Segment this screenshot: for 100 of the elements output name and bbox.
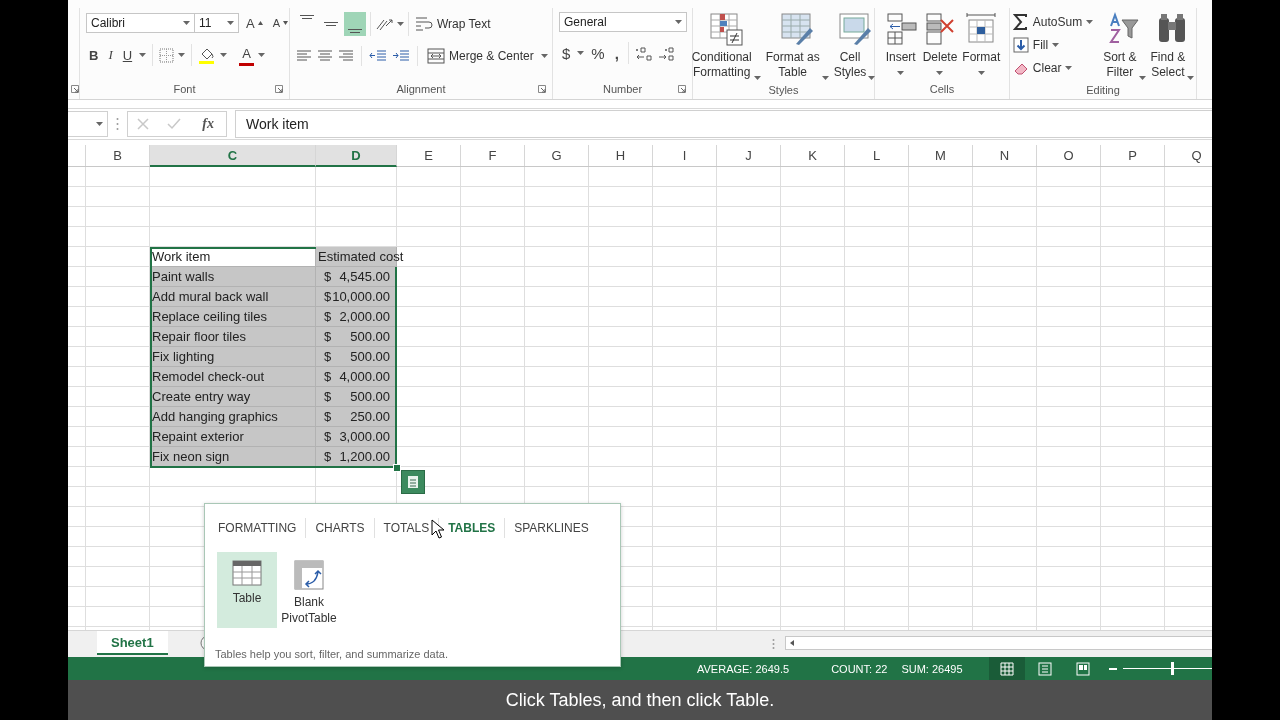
insert-function-button[interactable]: fx: [199, 113, 217, 135]
ribbon-button[interactable]: Insert: [882, 12, 919, 79]
amount-cell: $10,000.00: [316, 287, 397, 307]
column-header[interactable]: O: [1037, 145, 1101, 166]
table-header-text: Estimated cost: [318, 249, 404, 264]
grow-font-button[interactable]: A: [243, 12, 266, 34]
quick-analysis-button[interactable]: [401, 470, 425, 494]
decrease-indent-icon[interactable]: [369, 49, 387, 63]
shrink-font-button[interactable]: A: [269, 12, 291, 34]
dialog-launcher-icon[interactable]: [678, 85, 686, 93]
ribbon-button[interactable]: Delete: [921, 12, 959, 79]
group-label: Cells: [929, 83, 955, 95]
column-header[interactable]: D: [316, 145, 397, 167]
table-cell: Add mural back wall: [150, 287, 316, 307]
borders-icon[interactable]: [159, 47, 175, 63]
ribbon-button[interactable]: Format: [961, 12, 1002, 79]
paint-bucket-icon[interactable]: [198, 46, 217, 64]
column-header[interactable]: H: [589, 145, 653, 166]
panel-tab[interactable]: CHARTS: [306, 519, 374, 537]
align-middle-icon: [324, 22, 338, 26]
italic-button[interactable]: I: [105, 44, 116, 66]
font-name-field[interactable]: Calibri: [86, 13, 195, 33]
sigma-icon: [1012, 14, 1029, 30]
caption-text: Click Tables, and then click Table.: [68, 680, 1212, 720]
currency-button[interactable]: $: [559, 42, 574, 64]
column-header[interactable]: K: [781, 145, 845, 166]
table-cell: Add hanging graphics: [150, 407, 316, 427]
cell-styles-icon: [837, 12, 872, 46]
caret-icon: [936, 71, 944, 75]
panel-option[interactable]: Table: [217, 552, 277, 628]
caret-icon: [96, 122, 103, 126]
caret-icon: [220, 53, 228, 57]
column-header[interactable]: L: [845, 145, 909, 166]
table-cell: Remodel check-out: [150, 367, 316, 387]
status-average: AVERAGE: 2649.5: [697, 662, 790, 675]
column-header[interactable]: E: [397, 145, 461, 166]
underline-button[interactable]: U: [119, 44, 136, 66]
group-label: Number: [602, 83, 643, 95]
percent-button[interactable]: %: [588, 42, 608, 64]
table-cell: Repair floor tiles: [150, 327, 316, 347]
view-button[interactable]: [988, 657, 1025, 680]
caret-icon: [397, 22, 404, 26]
caret-icon: [1138, 76, 1146, 80]
column-header[interactable]: G: [525, 145, 589, 166]
ribbon-button[interactable]: Conditional Formatting: [690, 12, 762, 80]
table-cell: Fix lighting: [150, 347, 316, 367]
wrap-text-icon: [415, 16, 433, 32]
panel-tab[interactable]: FORMATTING: [209, 519, 306, 537]
dialog-launcher-icon[interactable]: [538, 85, 546, 93]
number-format-field[interactable]: General: [559, 12, 687, 32]
panel-option[interactable]: Blank PivotTable: [279, 552, 339, 628]
column-header[interactable]: I: [653, 145, 717, 166]
comma-style-button[interactable]: ,: [611, 42, 622, 64]
fill-down-icon: [1012, 37, 1029, 53]
ribbon-button[interactable]: Sort & Filter: [1102, 12, 1147, 80]
fill-handle[interactable]: [393, 464, 401, 472]
ribbon-button[interactable]: Format as Table: [764, 12, 830, 80]
dialog-launcher-icon[interactable]: [275, 85, 283, 93]
caret-icon: [139, 53, 147, 57]
caret-icon: [1052, 43, 1060, 47]
column-header[interactable]: C: [150, 145, 316, 167]
cell-format-icon: [964, 12, 999, 46]
merge-center-button[interactable]: Merge & Center: [425, 46, 536, 66]
horizontal-scrollbar[interactable]: [785, 636, 1212, 650]
caret-icon: [821, 76, 829, 80]
formula-field[interactable]: Work item: [235, 110, 1212, 138]
vertical-align-button[interactable]: [344, 12, 366, 36]
zoom-thumb[interactable]: [1171, 662, 1175, 675]
ribbon-button[interactable]: Find & Select: [1149, 12, 1196, 80]
group-label: Styles: [768, 83, 799, 96]
column-header[interactable]: P: [1101, 145, 1165, 166]
caret-icon: [897, 71, 905, 75]
caret-icon: [178, 53, 186, 57]
ribbon-button[interactable]: Clear: [1010, 58, 1096, 78]
font-size-field[interactable]: 11: [194, 13, 239, 33]
ribbon-button[interactable]: Cell Styles: [832, 12, 877, 80]
triangle-icon: [257, 21, 263, 25]
bold-button[interactable]: B: [86, 44, 102, 66]
table-cell: Paint walls: [150, 267, 316, 287]
align-top-icon: [300, 15, 314, 19]
column-header[interactable]: N: [973, 145, 1037, 166]
ribbon-button[interactable]: AutoSum: [1010, 12, 1096, 32]
column-header[interactable]: M: [909, 145, 973, 166]
increase-indent-icon[interactable]: [392, 49, 410, 63]
decrease-decimal-icon[interactable]: [656, 45, 675, 61]
group-label: Editing: [1086, 83, 1120, 96]
panel-tab[interactable]: SPARKLINES: [505, 519, 598, 537]
status-count: COUNT: 22: [831, 662, 888, 675]
wrap-text-button[interactable]: Wrap Text: [413, 14, 493, 34]
dialog-launcher-icon[interactable]: [71, 85, 79, 93]
page-break-icon: [1075, 661, 1090, 676]
page-layout-icon: [1037, 661, 1052, 676]
column-header[interactable]: J: [717, 145, 781, 166]
caret-icon: [675, 20, 682, 24]
ribbon-button[interactable]: Fill: [1010, 35, 1096, 55]
column-header[interactable]: F: [461, 145, 525, 166]
increase-decimal-icon[interactable]: [634, 45, 653, 61]
font-color-button[interactable]: A: [239, 44, 254, 66]
sheet-tab[interactable]: Sheet1: [97, 631, 168, 655]
text-angle-icon[interactable]: [375, 16, 395, 32]
